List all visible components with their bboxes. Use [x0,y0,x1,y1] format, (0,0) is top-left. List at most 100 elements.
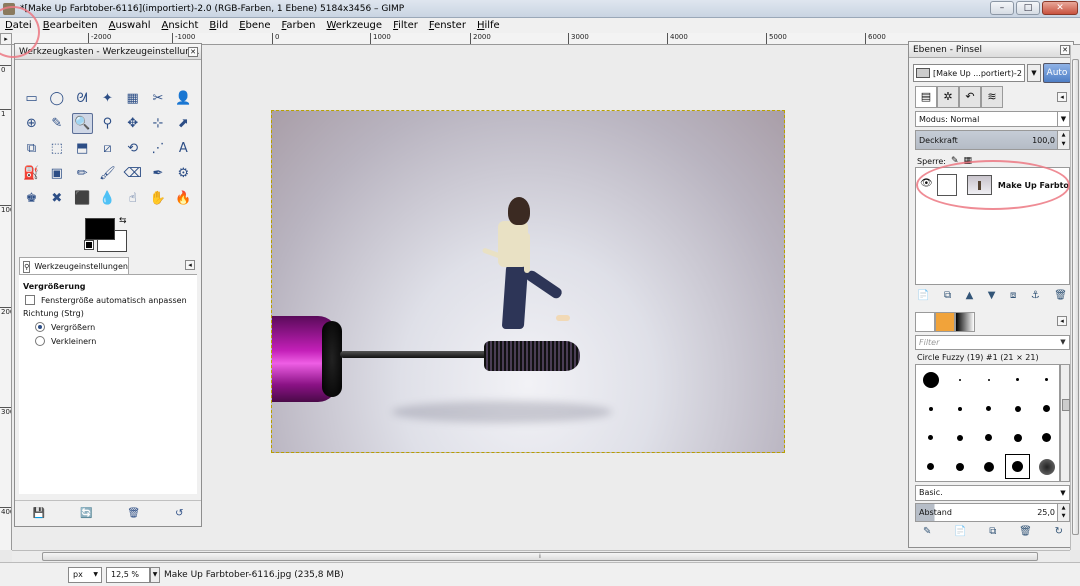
delete-brush-icon[interactable]: 🗑 [1019,526,1032,537]
clone-tool-icon[interactable]: ♚ [21,188,42,209]
opacity-spinner-icon[interactable]: ▲ ▼ [1057,131,1069,149]
chevron-down-icon[interactable]: ▼ [1057,336,1069,349]
zoom-out-row[interactable]: Verkleinern [25,336,197,346]
brush-item[interactable] [945,452,974,481]
menu-ansicht[interactable]: Ansicht [161,20,198,31]
menu-werkzeuge[interactable]: Werkzeuge [326,20,382,31]
brush-item[interactable] [916,423,945,452]
minimize-button[interactable]: – [990,1,1014,15]
brush-item[interactable] [945,423,974,452]
brush-item[interactable] [1003,365,1032,394]
edit-brush-icon[interactable]: ✎ [923,526,931,537]
brush-item[interactable] [1003,394,1032,423]
foreground-color-swatch[interactable] [85,218,115,240]
close-icon[interactable]: ✕ [188,47,198,57]
perspective-clone-tool-icon[interactable]: ⬛ [72,188,93,209]
chevron-down-icon[interactable]: ▼ [150,566,160,583]
brush-preset-select[interactable]: Basic. ▼ [915,485,1070,501]
tab-channels-icon[interactable]: ✲ [937,86,959,108]
menu-filter[interactable]: Filter [393,20,418,31]
blend-tool-icon[interactable]: ▣ [46,163,67,184]
pencil-tool-icon[interactable]: ✏ [72,163,93,184]
perspective-tool-icon[interactable]: ⧄ [97,138,118,159]
zoom-field[interactable]: 12,5 % [106,566,150,583]
brush-item[interactable] [974,394,1003,423]
vertical-ruler[interactable]: 0 1 1000 2000 3000 4000 [0,45,12,550]
units-select[interactable]: px [68,566,102,583]
free-select-tool-icon[interactable]: ᘛ [72,88,93,109]
close-icon[interactable]: ✕ [1060,45,1070,55]
color-select-tool-icon[interactable]: ▦ [122,88,143,109]
dodge-burn-tool-icon[interactable]: ✋ [147,188,168,209]
heal-tool-icon[interactable]: ✖ [46,188,67,209]
tab-tool-options[interactable]: ⚲ Werkzeugeinstellungen [19,257,129,275]
brush-grid-scrollbar[interactable] [1060,364,1070,482]
menu-bild[interactable]: Bild [209,20,228,31]
swap-colors-icon[interactable]: ⇆ [119,216,127,226]
duplicate-brush-icon[interactable]: ⧉ [989,526,996,537]
vertical-scrollbar[interactable] [1070,45,1080,550]
brush-item[interactable] [974,423,1003,452]
menu-fenster[interactable]: Fenster [429,20,466,31]
rect-select-tool-icon[interactable]: ▭ [21,88,42,109]
zoom-out-radio[interactable] [35,336,45,346]
refresh-brushes-icon[interactable]: ↻ [1055,526,1063,537]
horizontal-scrollbar[interactable]: ⁞ [12,550,1070,562]
align-tool-icon[interactable]: ⊹ [147,113,168,134]
new-brush-icon[interactable]: 📄 [954,526,966,537]
tab-menu-icon[interactable]: ◂ [1057,316,1067,326]
horizontal-scroll-thumb[interactable]: ⁞ [42,552,1038,561]
brush-item[interactable] [945,365,974,394]
scale-tool-icon[interactable]: ⬚ [46,138,67,159]
brush-item[interactable] [1032,365,1061,394]
brush-item-selected[interactable] [1003,452,1032,481]
zoom-in-radio[interactable] [35,322,45,332]
auto-resize-checkbox[interactable] [25,295,35,305]
zoom-in-row[interactable]: Vergrößern [25,322,197,332]
measure-tool-icon[interactable]: ⚲ [97,113,118,134]
delete-options-icon[interactable]: 🗑 [127,508,140,519]
auto-button[interactable]: Auto [1043,63,1071,83]
delete-layer-icon[interactable]: 🗑 [1054,290,1067,301]
brush-item[interactable] [945,394,974,423]
brush-item[interactable] [1003,423,1032,452]
tab-undo-icon[interactable]: ↶ [959,86,981,108]
smudge-tool-icon[interactable]: ☝ [122,188,143,209]
tab-patterns-icon[interactable] [935,312,955,332]
lower-layer-icon[interactable]: ▼ [988,290,996,301]
paths-tool-icon[interactable]: ⊕ [21,113,42,134]
ellipse-select-tool-icon[interactable]: ◯ [46,88,67,109]
image-canvas[interactable] [271,110,785,453]
move-tool-icon[interactable]: ✥ [122,113,143,134]
auto-resize-row[interactable]: Fenstergröße automatisch anpassen [25,295,197,305]
text-tool-icon[interactable]: A [173,138,194,159]
restore-options-icon[interactable]: 🔄 [80,508,92,519]
brush-item[interactable] [1032,423,1061,452]
brush-item[interactable] [1032,394,1061,423]
menu-bearbeiten[interactable]: Bearbeiten [43,20,98,31]
menu-hilfe[interactable]: Hilfe [477,20,500,31]
duplicate-layer-icon[interactable]: ⧈ [1010,290,1016,301]
tab-brushes-icon[interactable] [915,312,935,332]
scissors-tool-icon[interactable]: ✂ [147,88,168,109]
shear-tool-icon[interactable]: ⬒ [72,138,93,159]
menu-ebene[interactable]: Ebene [239,20,270,31]
paintbrush-tool-icon[interactable]: 🖌 [97,163,118,184]
tab-layers-icon[interactable]: ▤ [915,86,937,108]
spacing-slider[interactable]: Abstand 25,0 ▲ ▼ [915,503,1070,522]
ink-tool-icon[interactable]: ⚙ [173,163,194,184]
new-layer-icon[interactable]: 📄 [917,290,929,301]
brush-item[interactable] [916,365,945,394]
opacity-slider[interactable]: Deckkraft 100,0 ▲ ▼ [915,130,1070,150]
brush-grid[interactable] [915,364,1060,482]
fuzzy-select-tool-icon[interactable]: ✦ [97,88,118,109]
brush-item[interactable] [974,365,1003,394]
maximize-button[interactable]: □ [1016,1,1040,15]
raise-layer-icon[interactable]: ▲ [966,290,974,301]
spacing-spinner-icon[interactable]: ▲ ▼ [1057,504,1069,521]
layer-mode-select[interactable]: Modus: Normal ▼ [915,111,1070,127]
airbrush-tool-icon[interactable]: ✒ [147,163,168,184]
tab-paths-icon[interactable]: ≋ [981,86,1003,108]
new-layer-group-icon[interactable]: ⧉ [944,290,951,301]
cage-tool-icon[interactable]: ⋰ [147,138,168,159]
